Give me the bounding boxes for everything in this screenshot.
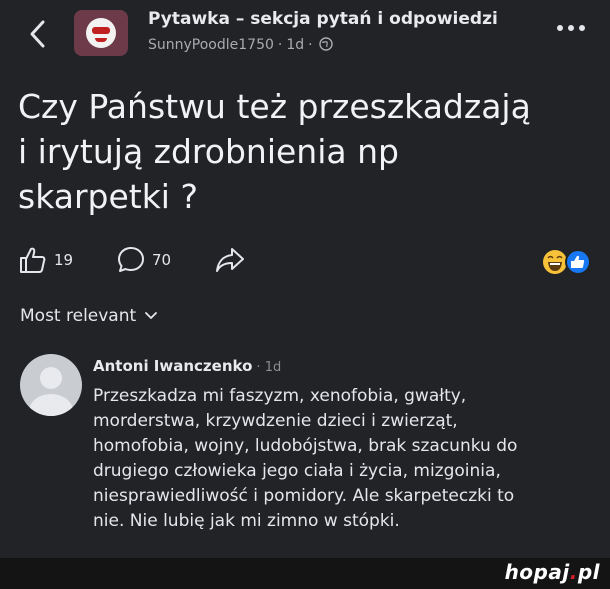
comment-line: drugiego człowieka jego ciała i życia, m… bbox=[93, 461, 501, 481]
comment-time[interactable]: 1d bbox=[265, 360, 282, 375]
post-actions: 19 70 bbox=[18, 244, 598, 280]
reaction-summary[interactable] bbox=[540, 247, 610, 277]
comment-line: nie. Nie lubię jak mi zimno w stópki. bbox=[93, 511, 400, 531]
share-arrow-icon bbox=[216, 248, 244, 272]
comment-button[interactable]: 70 bbox=[116, 244, 171, 276]
watermark: hopaj.pl bbox=[504, 560, 600, 584]
share-button[interactable] bbox=[214, 244, 246, 276]
comment-author: Antoni Iwanczenko · 1d bbox=[93, 357, 281, 375]
watermark-bar: hopaj.pl bbox=[0, 558, 610, 589]
more-options-button[interactable] bbox=[554, 18, 588, 38]
comment-separator: · bbox=[256, 360, 261, 375]
thumbs-up-icon bbox=[20, 247, 46, 273]
post-time[interactable]: 1d bbox=[286, 37, 304, 53]
meta-separator: · bbox=[277, 37, 283, 53]
group-avatar[interactable] bbox=[74, 10, 128, 56]
post-title-line: Czy Państwu też przeszkadzają bbox=[18, 87, 531, 126]
avatar[interactable] bbox=[20, 354, 82, 416]
comment-bubble-icon bbox=[118, 247, 144, 272]
post-header: Pytawka – sekcja pytań i odpowiedzi Sunn… bbox=[0, 0, 610, 66]
comment-text: Przeszkadza mi faszyzm, xenofobia, gwałt… bbox=[93, 384, 598, 534]
post-author[interactable]: SunnyPoodle1750 bbox=[148, 37, 274, 53]
post-title: Czy Państwu też przeszkadzają i irytują … bbox=[18, 84, 598, 219]
globe-icon bbox=[318, 37, 333, 51]
more-horizontal-icon bbox=[557, 25, 585, 31]
comment-author-name[interactable]: Antoni Iwanczenko bbox=[93, 357, 252, 375]
reaction-summary-icon bbox=[543, 249, 591, 275]
comment-count: 70 bbox=[152, 251, 172, 269]
comment-line: Przeszkadza mi faszyzm, xenofobia, gwałt… bbox=[93, 386, 467, 406]
comment-line: morderstwa, krzywdzenie dzieci i zwierzą… bbox=[93, 411, 458, 431]
post-title-line: skarpetki ? bbox=[18, 177, 198, 216]
chevron-left-icon bbox=[30, 20, 45, 48]
meta-separator-2: · bbox=[308, 37, 313, 53]
back-button[interactable] bbox=[24, 14, 52, 54]
chevron-down-icon bbox=[145, 312, 158, 319]
sort-label: Most relevant bbox=[20, 306, 137, 326]
comment-sort-dropdown[interactable]: Most relevant bbox=[20, 306, 158, 326]
like-count: 19 bbox=[54, 251, 74, 269]
post-title-line: i irytują zdrobnienia np bbox=[18, 132, 399, 171]
comment-line: homofobia, wojny, ludobójstwa, brak szac… bbox=[93, 436, 518, 456]
group-name[interactable]: Pytawka – sekcja pytań i odpowiedzi bbox=[148, 9, 498, 29]
post-meta: SunnyPoodle1750 · 1d · bbox=[148, 37, 333, 53]
comment-line: niesprawiedliwość i pomidory. Ale skarpe… bbox=[93, 486, 515, 506]
like-button[interactable]: 19 bbox=[18, 244, 73, 276]
